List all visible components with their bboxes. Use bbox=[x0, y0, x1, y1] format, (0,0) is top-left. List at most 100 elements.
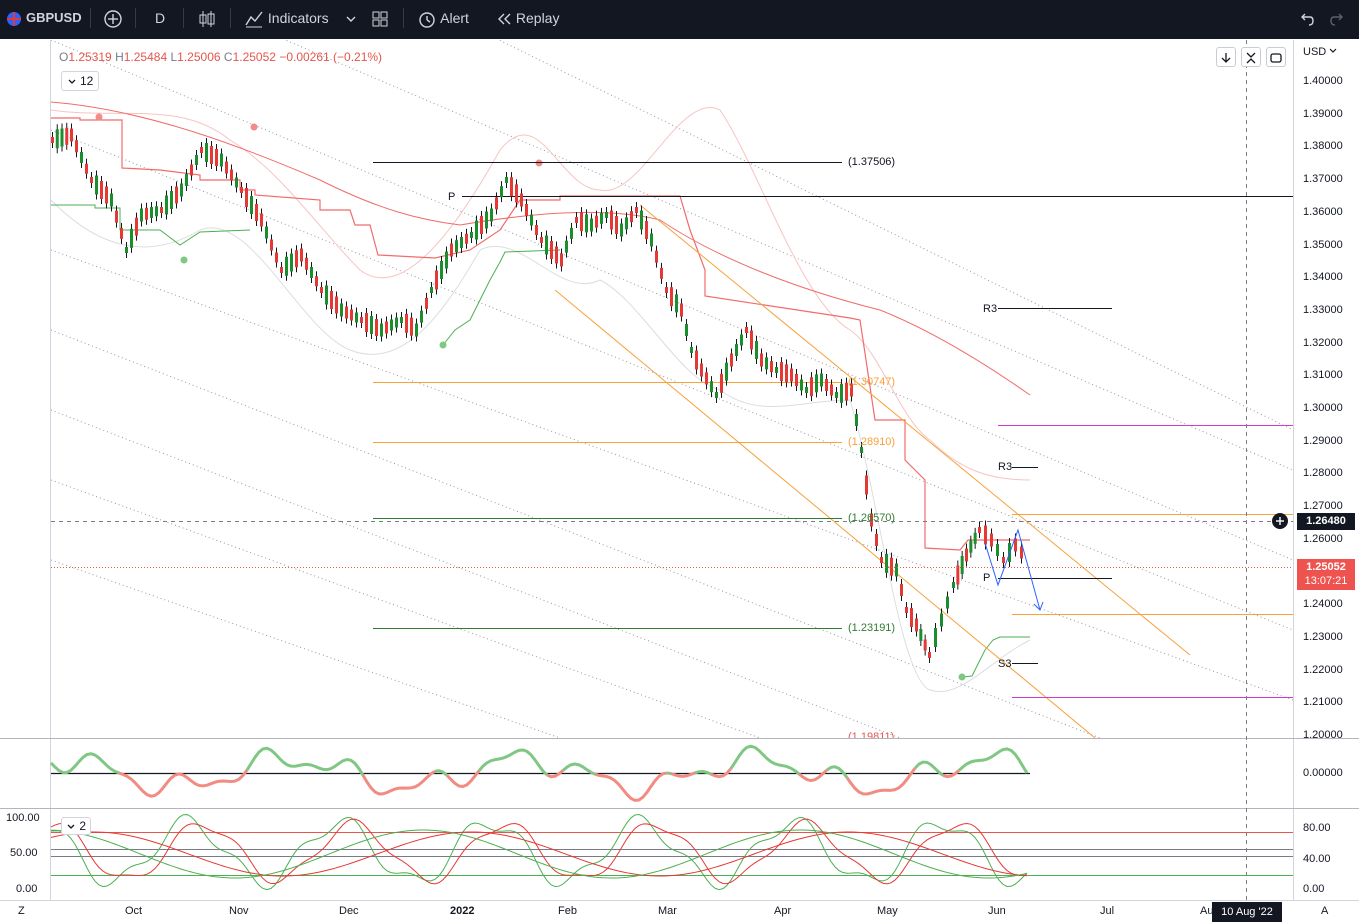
candle-body bbox=[265, 226, 268, 239]
auto-scale-corner-button[interactable]: A bbox=[1321, 905, 1328, 917]
candle-body bbox=[51, 137, 54, 143]
fib-trendline-upper bbox=[639, 204, 1191, 656]
candle-body bbox=[160, 207, 163, 213]
candle-body bbox=[475, 220, 478, 240]
fib-label: (1.26570) bbox=[848, 512, 896, 524]
candle-body bbox=[740, 334, 743, 346]
candle-body bbox=[90, 177, 93, 183]
candle-body bbox=[75, 140, 78, 153]
price-axis-label: 1.23000 bbox=[1303, 630, 1343, 643]
currency-selector[interactable]: USD bbox=[1303, 46, 1337, 58]
marker-dot bbox=[439, 341, 447, 349]
candle-body bbox=[810, 377, 813, 397]
crosshair-date: 10 Aug '22 bbox=[1221, 906, 1273, 918]
candle-body bbox=[785, 364, 788, 383]
candle-body bbox=[820, 373, 823, 387]
candle-body bbox=[775, 367, 778, 373]
pane-move-down-button[interactable] bbox=[1216, 47, 1236, 67]
candle-body bbox=[155, 206, 158, 217]
candle-body bbox=[365, 313, 368, 332]
candle-body bbox=[725, 362, 728, 381]
price-axis-label: 1.22000 bbox=[1303, 663, 1343, 676]
price-axis-label: 1.30000 bbox=[1303, 402, 1343, 414]
low-value: 1.25006 bbox=[177, 50, 221, 64]
candle-body bbox=[565, 240, 568, 253]
candle-body bbox=[855, 414, 858, 426]
fib-label: (1.19811) bbox=[848, 731, 895, 738]
candle-body bbox=[720, 373, 723, 393]
candle-body bbox=[100, 181, 103, 199]
candle-body bbox=[435, 270, 438, 290]
candle-body bbox=[735, 344, 738, 356]
time-axis-label: Feb bbox=[558, 905, 577, 917]
candle-body bbox=[180, 183, 183, 197]
candle-body bbox=[928, 652, 931, 658]
stoch-left-label: 100.00 bbox=[6, 812, 40, 824]
price-axis-label: 1.34000 bbox=[1303, 271, 1343, 284]
candle-body bbox=[745, 327, 748, 333]
candle-body bbox=[400, 317, 403, 323]
candle-body bbox=[790, 368, 793, 382]
pane-maximize-button[interactable] bbox=[1266, 47, 1286, 67]
candle-body bbox=[315, 276, 318, 287]
last-price: 1.25052 bbox=[1306, 561, 1346, 573]
candle-body bbox=[450, 243, 453, 257]
indicators-collapse-toggle[interactable]: 12 bbox=[61, 71, 99, 91]
candle-body bbox=[580, 212, 583, 232]
candle-body bbox=[115, 210, 118, 223]
candle-body bbox=[635, 207, 638, 213]
stoch-left-label: 0.00 bbox=[16, 883, 38, 895]
osc-axis-label: 0.00000 bbox=[1303, 767, 1343, 779]
candle-body bbox=[215, 149, 218, 166]
candle-body bbox=[480, 216, 483, 234]
green-step-ma-2 bbox=[442, 249, 561, 346]
high-key: H bbox=[115, 50, 124, 64]
price-chart[interactable] bbox=[0, 0, 1359, 922]
candle-body bbox=[170, 191, 173, 209]
candle-body bbox=[235, 177, 238, 188]
candle-body bbox=[880, 557, 883, 563]
price-axis-label: 1.28000 bbox=[1303, 467, 1343, 480]
collapse-icon bbox=[1246, 52, 1256, 64]
candle-body bbox=[960, 556, 964, 574]
time-axis-label: Dec bbox=[339, 905, 359, 917]
pivot-label: P bbox=[983, 572, 991, 584]
candle-body bbox=[915, 618, 918, 632]
main-pane bbox=[51, 40, 1293, 738]
candle-body bbox=[220, 153, 223, 167]
candle-body bbox=[470, 232, 473, 238]
candle-body bbox=[956, 565, 960, 585]
high-value: 1.25484 bbox=[123, 50, 168, 64]
candle-body bbox=[245, 188, 248, 207]
candle-body bbox=[60, 128, 64, 147]
candle-body bbox=[165, 195, 168, 215]
oscillator-segment bbox=[710, 767, 733, 779]
lower-pane-collapse-toggle[interactable]: 2 bbox=[61, 817, 91, 835]
pane-collapse-button[interactable] bbox=[1241, 47, 1261, 67]
candle-body bbox=[385, 321, 388, 334]
crosshair-price-badge: 1.26480 bbox=[1297, 513, 1355, 530]
crosshair-price: 1.26480 bbox=[1306, 515, 1346, 527]
candle-body bbox=[405, 313, 408, 333]
open-key: O bbox=[59, 50, 69, 64]
timezone-corner-button[interactable]: Z bbox=[18, 905, 25, 917]
stochastic-line bbox=[50, 813, 1028, 891]
fib-label: (1.28910) bbox=[848, 436, 896, 448]
price-axis-label: 1.20000 bbox=[1303, 729, 1343, 741]
candle-body bbox=[495, 197, 498, 210]
price-axis-label: 1.21000 bbox=[1303, 696, 1343, 709]
price-axis-label: 1.31000 bbox=[1303, 369, 1343, 382]
candle-body bbox=[230, 169, 233, 181]
time-axis-label: Nov bbox=[229, 905, 249, 917]
candle-body bbox=[205, 143, 208, 162]
fib-label: (1.23191) bbox=[848, 622, 896, 634]
candle-body bbox=[770, 361, 773, 373]
candle-body bbox=[110, 193, 113, 207]
oscillator-segment bbox=[49, 752, 120, 775]
oscillator-segment bbox=[958, 747, 1029, 774]
price-axis-label: 1.27000 bbox=[1303, 500, 1343, 513]
stochastic-lines bbox=[50, 813, 1028, 891]
oscillator-segment bbox=[798, 768, 829, 783]
candle-body bbox=[750, 330, 753, 350]
price-axis-label: 1.32000 bbox=[1303, 336, 1343, 349]
